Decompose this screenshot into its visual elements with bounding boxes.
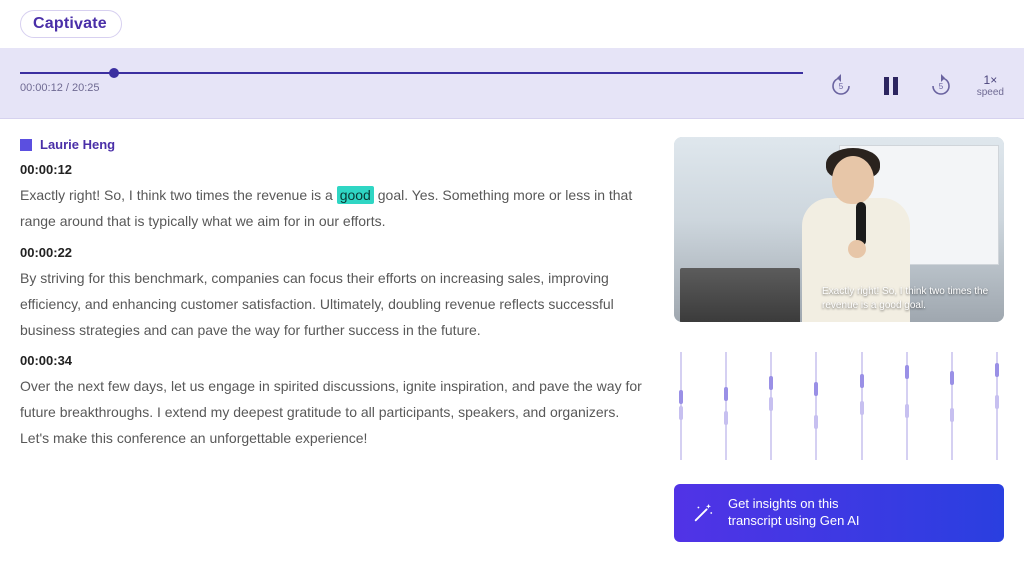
eq-slider-handle[interactable] — [995, 395, 999, 409]
eq-slider-handle[interactable] — [724, 387, 728, 401]
eq-slider-handle[interactable] — [724, 411, 728, 425]
speed-label: speed — [977, 87, 1004, 99]
eq-slider[interactable] — [906, 352, 908, 460]
eq-slider-handle[interactable] — [769, 376, 773, 390]
eq-slider-handle[interactable] — [679, 406, 683, 420]
eq-slider[interactable] — [951, 352, 953, 460]
pause-icon — [884, 77, 898, 95]
segment-timestamp[interactable]: 00:00:22 — [20, 245, 650, 260]
eq-slider-handle[interactable] — [769, 397, 773, 411]
eq-slider-handle[interactable] — [995, 363, 999, 377]
cta-line2: transcript using Gen AI — [728, 513, 860, 530]
speed-value: 1× — [977, 73, 1004, 87]
right-column: Exactly right! So, I think two times the… — [674, 137, 1004, 554]
eq-slider[interactable] — [680, 352, 682, 460]
highlighted-word[interactable]: good — [337, 186, 374, 204]
eq-slider[interactable] — [815, 352, 817, 460]
svg-text:5: 5 — [839, 82, 844, 91]
gen-ai-insights-button[interactable]: Get insights on this transcript using Ge… — [674, 484, 1004, 542]
eq-slider-handle[interactable] — [905, 404, 909, 418]
player-controls: 5 5 1× speed — [827, 72, 1004, 100]
eq-slider[interactable] — [996, 352, 998, 460]
video-caption: Exactly right! So, I think two times the… — [822, 285, 992, 312]
speaker-name: Laurie Heng — [40, 137, 115, 152]
eq-slider-handle[interactable] — [950, 371, 954, 385]
eq-slider-handle[interactable] — [814, 382, 818, 396]
eq-slider-handle[interactable] — [679, 390, 683, 404]
video-preview[interactable]: Exactly right! So, I think two times the… — [674, 137, 1004, 322]
eq-slider-handle[interactable] — [950, 408, 954, 422]
magic-wand-icon — [692, 502, 714, 524]
segment-timestamp[interactable]: 00:00:12 — [20, 162, 650, 177]
eq-slider[interactable] — [861, 352, 863, 460]
speed-button[interactable]: 1× speed — [977, 73, 1004, 99]
cta-line1: Get insights on this — [728, 496, 860, 513]
main-content: Laurie Heng 00:00:12 Exactly right! So, … — [0, 119, 1024, 554]
segment-text[interactable]: Over the next few days, let us engage in… — [20, 374, 650, 452]
speaker-row: Laurie Heng — [20, 137, 650, 152]
equalizer — [674, 352, 1004, 460]
eq-slider-handle[interactable] — [860, 374, 864, 388]
progress-track[interactable] — [20, 72, 803, 74]
segment-timestamp[interactable]: 00:00:34 — [20, 353, 650, 368]
rewind-icon: 5 — [827, 72, 855, 100]
time-display: 00:00:12 / 20:25 — [20, 82, 803, 94]
progress-handle[interactable] — [109, 68, 119, 78]
eq-slider[interactable] — [725, 352, 727, 460]
app-logo: Captivate — [20, 10, 122, 38]
eq-slider-handle[interactable] — [860, 401, 864, 415]
segment-text[interactable]: Exactly right! So, I think two times the… — [20, 183, 650, 235]
play-pause-button[interactable] — [877, 72, 905, 100]
transcript-panel: Laurie Heng 00:00:12 Exactly right! So, … — [20, 137, 650, 554]
eq-slider-handle[interactable] — [814, 415, 818, 429]
speaker-color-swatch — [20, 139, 32, 151]
eq-slider[interactable] — [770, 352, 772, 460]
rewind-button[interactable]: 5 — [827, 72, 855, 100]
player-bar: 00:00:12 / 20:25 5 5 1× speed — [0, 48, 1024, 119]
header: Captivate — [0, 0, 1024, 48]
forward-icon: 5 — [927, 72, 955, 100]
progress-area: 00:00:12 / 20:25 — [20, 72, 803, 94]
segment-text[interactable]: By striving for this benchmark, companie… — [20, 266, 650, 344]
eq-slider-handle[interactable] — [905, 365, 909, 379]
svg-text:5: 5 — [939, 82, 944, 91]
forward-button[interactable]: 5 — [927, 72, 955, 100]
